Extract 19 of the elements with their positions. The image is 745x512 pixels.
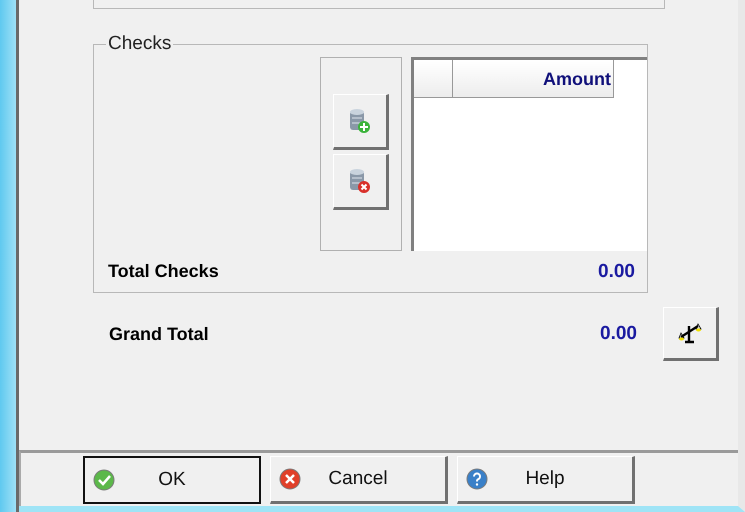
total-value: 0.00 xyxy=(598,261,635,283)
database-plus-icon xyxy=(349,108,371,134)
delete-record-button[interactable] xyxy=(333,154,389,210)
grand-total-value: 0.00 xyxy=(600,323,637,345)
grand-total-label: Grand Total xyxy=(109,324,210,344)
checkmark-icon xyxy=(93,468,115,490)
group-title: Checks xyxy=(107,33,172,55)
help-icon xyxy=(466,468,488,490)
close-icon xyxy=(279,468,301,490)
balance-button[interactable] xyxy=(663,307,719,361)
database-x-icon xyxy=(349,168,371,194)
scale-icon xyxy=(678,322,702,344)
column-header: Amount xyxy=(453,60,614,98)
ok-button[interactable]: OK xyxy=(83,456,261,504)
add-record-button[interactable] xyxy=(333,94,389,150)
total-label: Total Checks xyxy=(108,261,219,283)
row-header-cell xyxy=(414,60,453,98)
help-button[interactable]: Help xyxy=(457,456,635,504)
cancel-button[interactable]: Cancel xyxy=(270,456,448,504)
